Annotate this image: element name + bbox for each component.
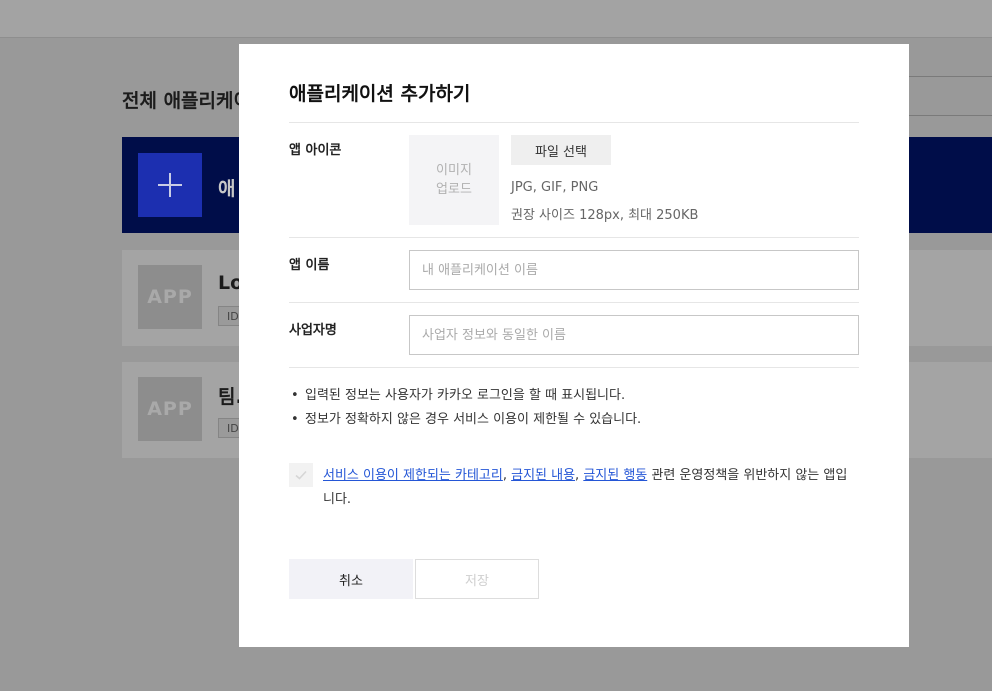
notice-item: • 입력된 정보는 사용자가 카카오 로그인을 할 때 표시됩니다.	[291, 388, 626, 403]
page-header	[0, 0, 992, 38]
divider	[289, 237, 859, 238]
save-button[interactable]: 저장	[415, 559, 539, 599]
app-icon-label: 앱 아이콘	[289, 143, 342, 158]
prohibited-behavior-link[interactable]: 금지된 행동	[583, 468, 647, 483]
check-icon	[295, 470, 307, 480]
company-name-input[interactable]	[409, 315, 859, 355]
policy-agree-checkbox[interactable]	[289, 463, 313, 487]
image-upload-area[interactable]: 이미지 업로드	[409, 135, 499, 225]
plus-icon	[138, 153, 202, 217]
prohibited-content-link[interactable]: 금지된 내용	[511, 468, 575, 483]
add-application-modal: 애플리케이션 추가하기 앱 아이콘 이미지 업로드 파일 선택 JPG, GIF…	[239, 44, 909, 647]
app-name-input[interactable]	[409, 250, 859, 290]
file-format-hint: JPG, GIF, PNG	[511, 180, 599, 195]
divider	[289, 122, 859, 123]
app-name-label: 앱 이름	[289, 258, 330, 273]
upload-line-2: 업로드	[436, 182, 472, 197]
cancel-button[interactable]: 취소	[289, 559, 413, 599]
divider	[289, 367, 859, 368]
notice-item: • 정보가 정확하지 않은 경우 서비스 이용이 제한될 수 있습니다.	[291, 412, 642, 427]
header-divider	[909, 76, 992, 77]
header-divider	[909, 115, 992, 116]
upload-line-1: 이미지	[436, 163, 472, 178]
divider	[289, 302, 859, 303]
restricted-category-link[interactable]: 서비스 이용이 제한되는 카테고리	[323, 468, 503, 483]
policy-agreement-text: 서비스 이용이 제한되는 카테고리, 금지된 내용, 금지된 행동 관련 운영정…	[323, 468, 848, 507]
app-thumbnail: APP	[138, 265, 202, 329]
company-name-label: 사업자명	[289, 323, 337, 338]
app-thumbnail: APP	[138, 377, 202, 441]
file-select-button[interactable]: 파일 선택	[511, 135, 611, 165]
file-size-hint: 권장 사이즈 128px, 최대 250KB	[511, 208, 699, 223]
page-title: 전체 애플리케이	[122, 90, 251, 112]
modal-title: 애플리케이션 추가하기	[289, 83, 471, 105]
add-application-label: 애	[218, 178, 236, 200]
